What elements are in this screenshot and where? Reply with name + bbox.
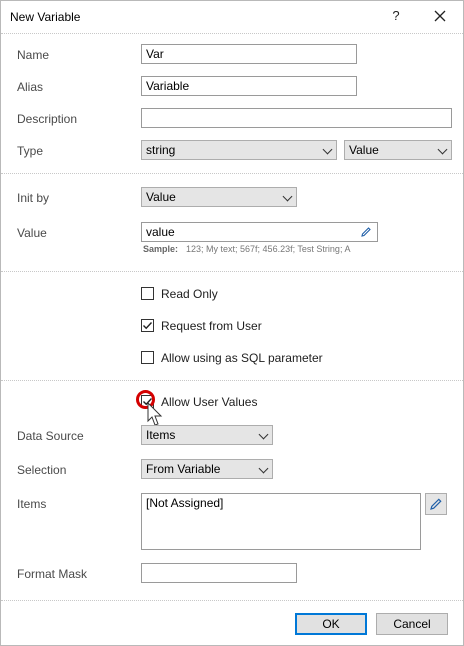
allow-user-values-label: Allow User Values (161, 395, 258, 409)
chevron-down-icon (258, 463, 269, 474)
sql-parameter-label: Allow using as SQL parameter (161, 351, 323, 365)
selection-select-value: From Variable (146, 462, 221, 476)
chevron-down-icon (437, 144, 448, 155)
read-only-label: Read Only (161, 287, 218, 301)
init-by-select[interactable]: Value (141, 187, 297, 207)
type-kind-select[interactable]: Value (344, 140, 452, 160)
ok-button[interactable]: OK (295, 613, 367, 635)
alias-input[interactable]: Variable (141, 76, 357, 96)
data-source-select-value: Items (146, 428, 176, 442)
data-source-select[interactable]: Items (141, 425, 273, 445)
divider (1, 173, 463, 174)
selection-label: Selection (17, 463, 67, 477)
format-mask-label: Format Mask (17, 567, 88, 581)
items-label: Items (17, 497, 47, 511)
pencil-icon (430, 498, 442, 510)
format-mask-input[interactable] (141, 563, 297, 583)
description-input[interactable] (141, 108, 452, 128)
request-from-user-label: Request from User (161, 319, 262, 333)
help-icon[interactable]: ? (385, 5, 407, 27)
type-select[interactable]: string (141, 140, 337, 160)
close-icon[interactable] (429, 5, 451, 27)
init-by-select-value: Value (146, 190, 176, 204)
value-input[interactable]: value (141, 222, 378, 242)
value-input-text: value (146, 225, 175, 239)
chevron-down-icon (258, 429, 269, 440)
sample-label: Sample: (143, 244, 179, 254)
name-input[interactable]: Var (141, 44, 357, 64)
chevron-down-icon (282, 191, 293, 202)
edit-items-button[interactable] (425, 493, 447, 515)
read-only-checkbox[interactable] (141, 287, 154, 300)
request-from-user-checkbox[interactable] (141, 319, 154, 332)
sample-text: 123; My text; 567f; 456.23f; Test String… (186, 244, 351, 254)
init-by-label: Init by (17, 191, 50, 205)
checkmark-icon (143, 322, 153, 330)
divider (1, 600, 463, 601)
divider (1, 33, 463, 34)
pencil-icon[interactable] (360, 226, 372, 238)
type-label: Type (17, 144, 44, 158)
chevron-down-icon (322, 144, 333, 155)
items-textarea[interactable]: [Not Assigned] (141, 493, 421, 550)
sample-hint: Sample: 123; My text; 567f; 456.23f; Test… (143, 244, 350, 254)
dialog-title: New Variable (10, 10, 81, 24)
cancel-button[interactable]: Cancel (376, 613, 448, 635)
value-label: Value (17, 226, 47, 240)
type-kind-select-value: Value (349, 143, 379, 157)
type-select-value: string (146, 143, 176, 157)
name-label: Name (17, 48, 50, 62)
selection-select[interactable]: From Variable (141, 459, 273, 479)
description-label: Description (17, 112, 78, 126)
new-variable-dialog: New Variable ? Name Var Alias Variable D… (0, 0, 464, 646)
title-bar: New Variable ? (1, 1, 463, 33)
data-source-label: Data Source (17, 429, 84, 443)
divider (1, 380, 463, 381)
sql-parameter-checkbox[interactable] (141, 351, 154, 364)
alias-label: Alias (17, 80, 44, 94)
divider (1, 271, 463, 272)
